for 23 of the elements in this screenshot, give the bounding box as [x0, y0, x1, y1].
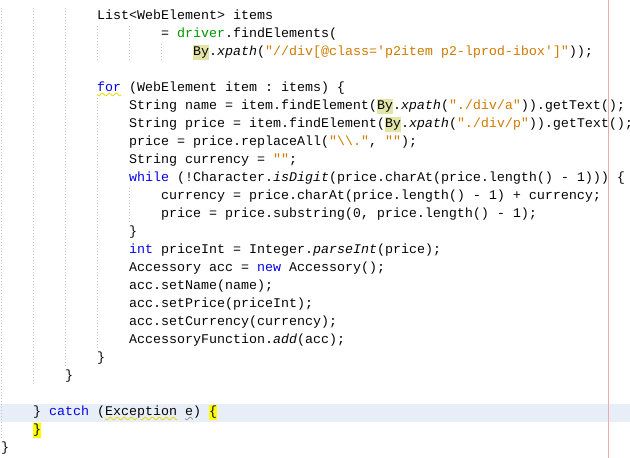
code-line: }: [96, 351, 105, 366]
code-line: Accessory acc = new Accessory();: [128, 261, 385, 276]
code-line: String currency = "";: [128, 153, 297, 168]
code-line: acc.setCurrency(currency);: [128, 315, 337, 330]
code-line: } catch (Exception e) {: [32, 405, 217, 420]
code-editor[interactable]: [0, 0, 630, 458]
code-line: currency = price.charAt(price.length() - 1) + currency;: [160, 189, 601, 204]
code-line: AccessoryFunction.add(acc);: [128, 333, 345, 348]
code-line: String price = item.findElement(By.xpath("./div/p")).getText();: [128, 117, 630, 132]
code-line: int priceInt = Integer.parseInt(price);: [128, 243, 441, 258]
code-line: for (WebElement item : items) {: [96, 81, 345, 96]
code-line: }: [64, 369, 73, 384]
code-line: }: [1, 441, 9, 456]
code-line: List<WebElement> items: [96, 9, 273, 24]
code-line: = driver.findElements(: [160, 27, 337, 42]
code-line: acc.setPrice(priceInt);: [128, 297, 313, 312]
code-line: By.xpath("//div[@class='p2item p2-lprod-ibox']"));: [192, 45, 593, 60]
code-line: while (!Character.isDigit(price.charAt(price.length() - 1))) {: [128, 171, 625, 186]
code-line: price = price.substring(0, price.length() - 1);: [160, 207, 537, 222]
code-line: }: [128, 225, 137, 240]
code-line: price = price.replaceAll("\\.", "");: [128, 135, 417, 150]
code-line: acc.setName(name);: [128, 279, 273, 294]
code-line: String name = item.findElement(By.xpath("./div/a")).getText();: [128, 99, 625, 114]
